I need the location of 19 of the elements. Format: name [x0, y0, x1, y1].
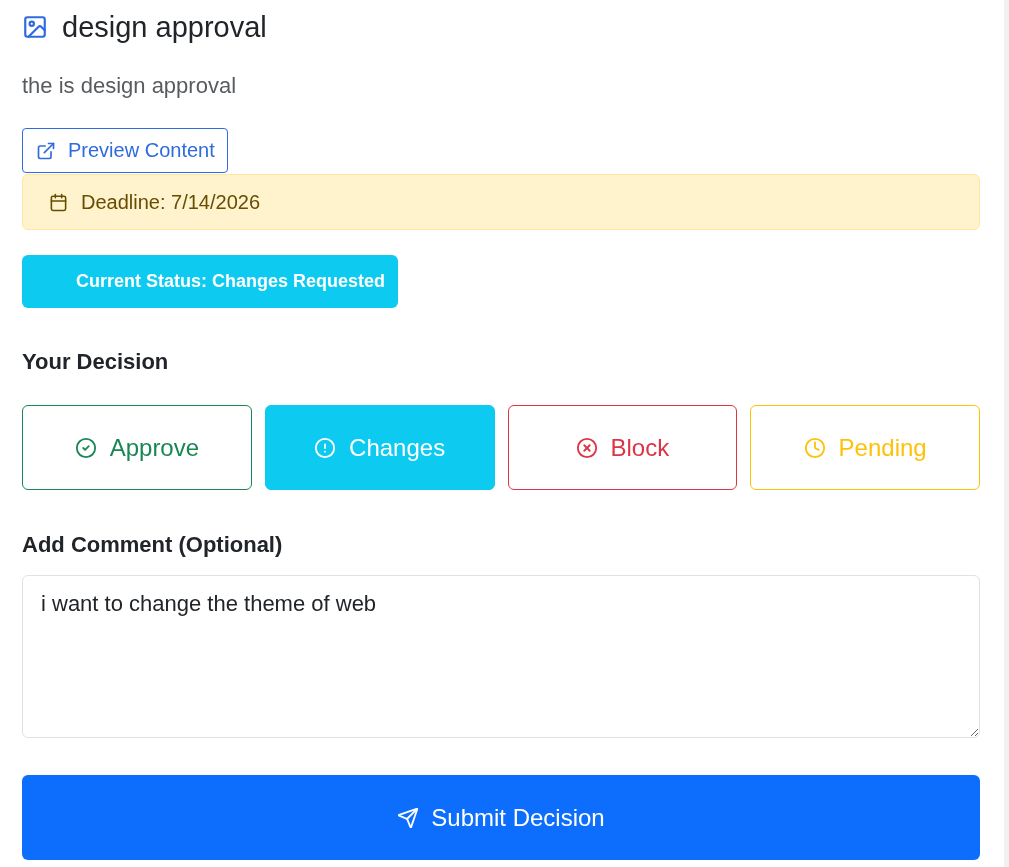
comment-heading: Add Comment (Optional): [22, 531, 284, 559]
exclamation-circle-icon: [314, 436, 337, 459]
decision-button[interactable]: Approve: [22, 405, 252, 490]
calendar-icon: [49, 192, 68, 212]
status-badge: Current Status: Changes Requested: [22, 255, 399, 308]
clock-icon: [803, 436, 826, 459]
external-link-icon: [36, 140, 56, 161]
send-icon: [397, 806, 420, 829]
preview-content-button[interactable]: Preview Content: [22, 128, 228, 173]
comment-field[interactable]: i want to change the theme of web: [22, 575, 980, 738]
description-text: the is design approval: [22, 72, 238, 100]
check-circle-icon: [74, 436, 97, 459]
decision-heading: Your Decision: [22, 348, 170, 376]
deadline-text: Deadline: 7/14/2026: [81, 190, 261, 214]
image-icon: [22, 14, 48, 40]
page-title: design approval: [62, 10, 267, 44]
submit-decision-button[interactable]: Submit Decision: [22, 775, 980, 860]
decision-button[interactable]: Block: [507, 405, 738, 490]
x-circle-icon: [575, 436, 598, 459]
